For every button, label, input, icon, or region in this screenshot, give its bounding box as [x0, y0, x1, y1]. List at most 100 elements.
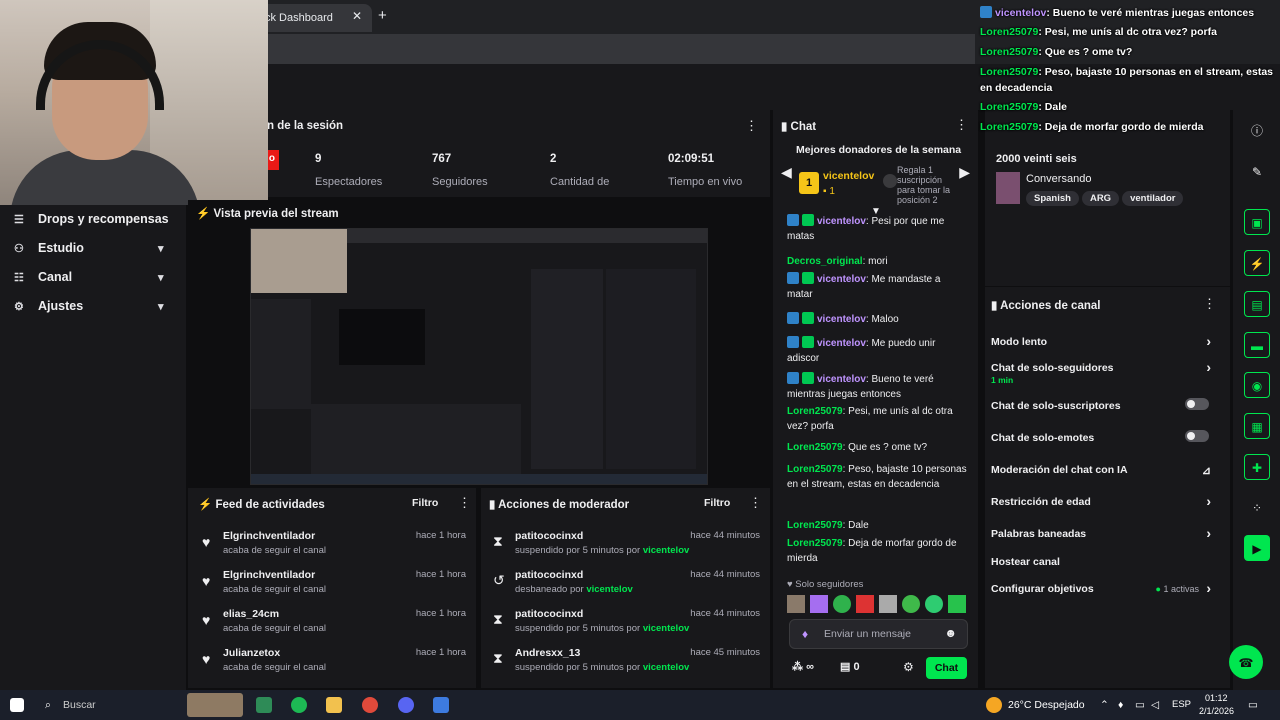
tray-chevron-icon[interactable]: ⌃ [1100, 699, 1109, 711]
chat-username[interactable]: vicentelov [817, 314, 866, 325]
chat-panel: ▮ Chat ⋮ Mejores donadores de la semana … [773, 110, 978, 688]
chat-title: ▮ Chat [781, 121, 817, 133]
overlay-chat-line: Loren25079: Dale [980, 99, 1067, 115]
chat-username[interactable]: vicentelov [817, 274, 866, 285]
spotify-icon[interactable] [291, 697, 307, 713]
host-channel-item[interactable]: Hostear canal [991, 556, 1221, 580]
more-options-icon[interactable]: ⋮ [955, 117, 968, 133]
subscriber-badge-icon [802, 272, 814, 284]
emote-icon[interactable] [810, 595, 828, 613]
emote-icon[interactable] [833, 595, 851, 613]
wrench-icon[interactable]: ✚ [1244, 454, 1270, 480]
language-indicator[interactable]: ESP [1172, 699, 1191, 710]
notifications-icon[interactable]: ▭ [1248, 699, 1258, 711]
emote-icon[interactable] [902, 595, 920, 613]
close-tab-icon[interactable]: ✕ [352, 9, 362, 23]
clip-icon[interactable]: ▣ [1244, 209, 1270, 235]
divider [985, 286, 1230, 287]
chevron-left-icon[interactable]: ◀ [781, 164, 792, 181]
clapperboard-icon[interactable]: ▶ [1244, 535, 1270, 561]
emote-icon[interactable] [948, 595, 966, 613]
tag[interactable]: ARG [1081, 191, 1120, 206]
windows-start-icon[interactable] [10, 698, 24, 712]
sidebar-item-estudio[interactable]: ⚇ Estudio ▾ [14, 237, 164, 259]
microphone-tray-icon[interactable]: ♦ [1118, 699, 1123, 711]
document-icon[interactable]: ▤ [1244, 291, 1270, 317]
clock-date[interactable]: 2/1/2026 [1199, 706, 1234, 716]
subscriber-badge-icon [802, 214, 814, 226]
chat-username[interactable]: Loren25079 [787, 520, 843, 531]
emotes-only-toggle[interactable] [1185, 430, 1209, 442]
chat-send-button[interactable]: Chat [926, 657, 967, 679]
chat-username[interactable]: vicentelov [817, 374, 866, 385]
tag[interactable]: ventilador [1122, 191, 1184, 206]
channel-points[interactable]: ⁂ ∞ [792, 660, 814, 673]
chat-bubble-icon[interactable]: ▬ [1244, 332, 1270, 358]
new-tab-icon[interactable]: + [378, 7, 387, 24]
emote-icon[interactable] [856, 595, 874, 613]
subscribers-only-item[interactable]: Chat de solo-suscriptores [991, 398, 1221, 424]
address-bar[interactable] [255, 34, 975, 64]
taskbar-search-icon[interactable]: ⌕ [45, 699, 51, 712]
overlay-chat-line: en decadencia [980, 80, 1052, 96]
more-options-icon[interactable]: ⋮ [458, 495, 471, 511]
network-icon[interactable]: ▭ [1135, 699, 1145, 711]
chevron-right-icon[interactable]: ▶ [959, 164, 970, 181]
chat-username[interactable]: vicentelov [817, 216, 866, 227]
clock-time[interactable]: 01:12 [1205, 693, 1228, 703]
chrome-icon[interactable] [362, 697, 378, 713]
layout-icon[interactable]: ▦ [1244, 413, 1270, 439]
chat-username[interactable]: Loren25079 [787, 538, 843, 549]
banned-words-item[interactable]: Palabras baneadas › [991, 525, 1221, 552]
broadcast-icon[interactable]: ◉ [1244, 372, 1270, 398]
feed-filter-button[interactable]: Filtro [412, 497, 438, 509]
more-options-icon[interactable]: ⋮ [745, 118, 758, 134]
chat-settings-icon[interactable]: ⚙ [903, 660, 914, 674]
mod-filter-button[interactable]: Filtro [704, 497, 730, 509]
emote-icon[interactable] [787, 595, 805, 613]
microphone-icon[interactable]: ♦ [802, 627, 808, 641]
chat-username[interactable]: Loren25079 [787, 442, 843, 453]
share-icon[interactable]: ⁘ [1244, 494, 1270, 520]
more-options-icon[interactable]: ⋮ [749, 495, 762, 511]
app-icon[interactable] [256, 697, 272, 713]
emote-icon[interactable] [879, 595, 897, 613]
overlay-text: : Que es ? ome tv? [1038, 46, 1133, 58]
help-chat-icon[interactable]: ☎ [1229, 645, 1263, 679]
chat-message: Loren25079: Peso, bajaste 10 personas en… [787, 462, 967, 492]
chat-username[interactable]: Loren25079 [787, 464, 843, 475]
chat-username[interactable]: Decros_original [787, 256, 863, 267]
followers-only-item[interactable]: Chat de solo-seguidores 1 min › [991, 359, 1221, 386]
overlay-username: Loren25079 [980, 101, 1039, 113]
sidebar-item-canal[interactable]: ☷ Canal ▾ [14, 266, 164, 288]
file-explorer-icon[interactable] [326, 697, 342, 713]
configure-goals-item[interactable]: Configurar objetivos ● 1 activas › [991, 580, 1221, 607]
taskbar-search[interactable]: Buscar [63, 699, 96, 711]
volume-icon[interactable]: ◁ [1151, 699, 1159, 711]
emote-icon[interactable] [925, 595, 943, 613]
slow-mode-item[interactable]: Modo lento › [991, 333, 1221, 360]
chat-input[interactable]: ♦ Enviar un mensaje ☻ [789, 619, 968, 649]
donor-name[interactable]: vicentelov [823, 170, 874, 182]
more-options-icon[interactable]: ⋮ [1203, 296, 1216, 312]
bolt-icon[interactable]: ⚡ [1244, 250, 1270, 276]
ai-moderation-item[interactable]: Moderación del chat con IA ⊿ [991, 464, 1221, 488]
donors-title: Mejores donadores de la semana [796, 144, 962, 156]
emote-picker-icon[interactable]: ☻ [944, 626, 957, 640]
stream-preview-video[interactable] [250, 228, 708, 485]
chat-username[interactable]: vicentelov [817, 338, 866, 349]
discord-icon[interactable] [398, 697, 414, 713]
sidebar-item-ajustes[interactable]: ⚙ Ajustes ▾ [14, 295, 164, 317]
pencil-icon[interactable]: ✎ [1244, 158, 1270, 184]
chat-message: Loren25079: Que es ? ome tv? [787, 440, 967, 455]
category-name[interactable]: Conversando [1026, 173, 1091, 185]
app-icon[interactable] [433, 697, 449, 713]
store-count[interactable]: ▤ 0 [840, 660, 860, 673]
emotes-only-item[interactable]: Chat de solo-emotes [991, 430, 1221, 456]
weather-text[interactable]: 26°C Despejado [1008, 699, 1085, 711]
tag[interactable]: Spanish [1026, 191, 1079, 206]
subscribers-only-toggle[interactable] [1185, 398, 1209, 410]
age-restriction-item[interactable]: Restricción de edad › [991, 493, 1221, 520]
chat-username[interactable]: Loren25079 [787, 406, 843, 417]
sidebar-item-drops[interactable]: ☰ Drops y recompensas [14, 208, 169, 230]
